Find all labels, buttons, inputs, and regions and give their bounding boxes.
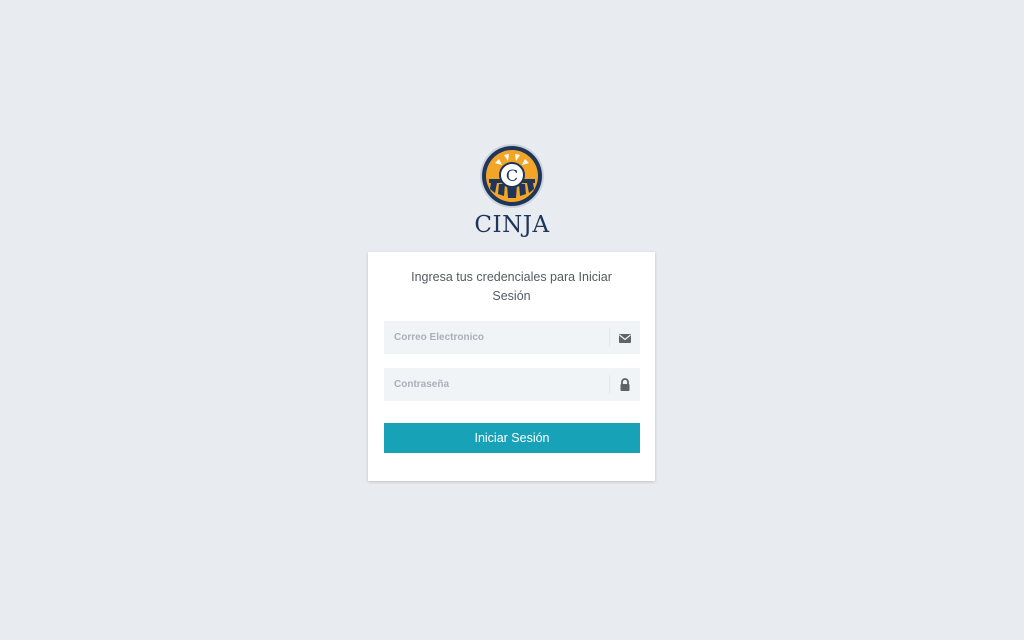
- brand-name: CINJA: [474, 212, 550, 238]
- envelope-icon: [617, 330, 633, 346]
- logo-letter: C: [506, 166, 518, 185]
- cinja-logo: C: [479, 143, 545, 209]
- password-input[interactable]: [384, 368, 608, 401]
- login-card: Ingresa tus credenciales para Iniciar Se…: [368, 252, 655, 481]
- login-button[interactable]: Iniciar Sesión: [384, 423, 640, 453]
- lock-icon: [617, 377, 633, 393]
- field-divider: [609, 328, 610, 347]
- password-field-group: [384, 368, 640, 401]
- brand-header: C CINJA: [0, 143, 1024, 239]
- email-input[interactable]: [384, 321, 608, 354]
- login-message: Ingresa tus credenciales para Iniciar Se…: [411, 270, 612, 303]
- email-field-group: [384, 321, 640, 354]
- field-divider: [609, 375, 610, 394]
